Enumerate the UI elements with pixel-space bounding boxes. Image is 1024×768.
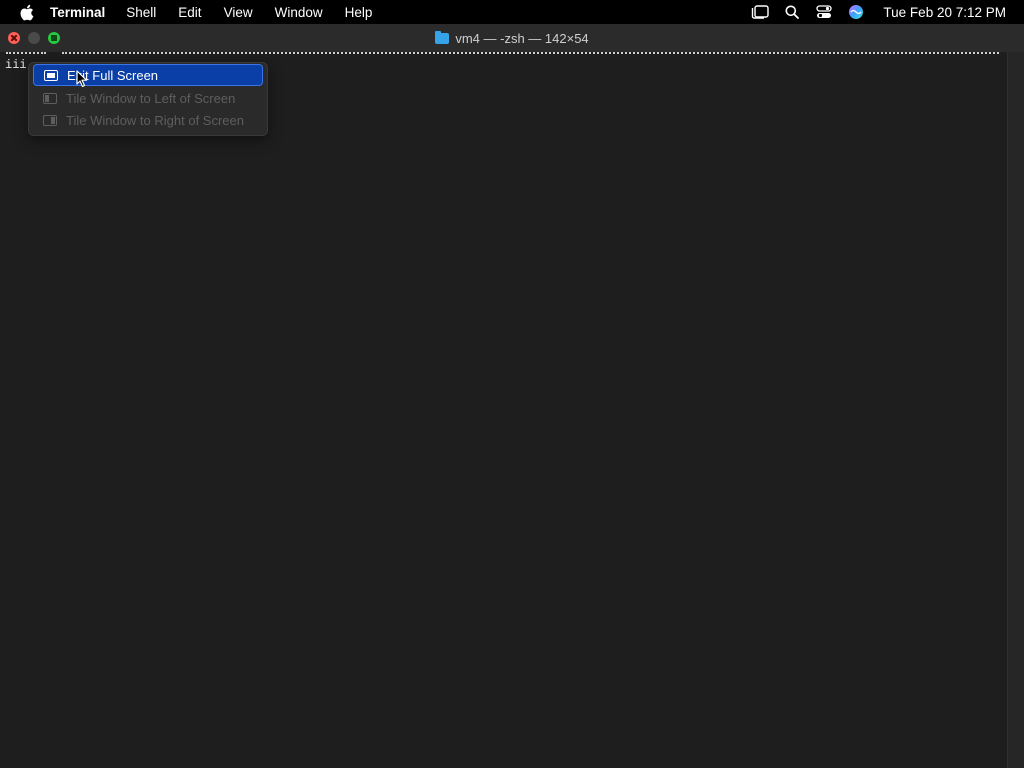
window-titlebar[interactable]: vm4 — -zsh — 142×54	[0, 24, 1024, 52]
menu-window[interactable]: Window	[275, 5, 323, 20]
menu-shell[interactable]: Shell	[126, 5, 156, 20]
tile-right-label: Tile Window to Right of Screen	[66, 112, 244, 128]
terminal-divider	[62, 52, 999, 56]
window-title: vm4 — -zsh — 142×54	[455, 30, 589, 46]
terminal-scrollbar[interactable]	[1007, 52, 1024, 768]
menu-edit[interactable]: Edit	[178, 5, 201, 20]
menu-app-terminal[interactable]: Terminal	[50, 5, 105, 20]
exit-fullscreen-icon	[44, 69, 58, 81]
search-icon[interactable]	[783, 3, 801, 21]
tile-left-label: Tile Window to Left of Screen	[66, 90, 236, 106]
mouse-pointer-icon	[76, 70, 88, 88]
tile-left-icon	[43, 92, 57, 104]
fullscreen-popup-menu: Exit Full Screen Tile Window to Left of …	[28, 62, 268, 136]
menu-help[interactable]: Help	[345, 5, 373, 20]
terminal-prompt: iii	[5, 58, 27, 72]
menu-bar: Terminal Shell Edit View Window Help Tue…	[0, 0, 1024, 24]
terminal-divider-short	[6, 52, 46, 56]
apple-icon[interactable]	[17, 3, 35, 21]
folder-icon	[435, 30, 450, 44]
terminal-content[interactable]: iii	[0, 52, 1008, 768]
control-center-icon[interactable]	[815, 3, 833, 21]
siri-icon[interactable]	[847, 3, 865, 21]
stage-manager-icon[interactable]	[751, 3, 770, 21]
tile-right-icon	[43, 114, 57, 126]
menu-view[interactable]: View	[224, 5, 253, 20]
exit-full-screen-item[interactable]: Exit Full Screen	[33, 64, 263, 86]
tile-left-item[interactable]: Tile Window to Left of Screen	[33, 87, 263, 109]
status-area: Tue Feb 20 7:12 PM	[751, 0, 1024, 24]
tile-right-item[interactable]: Tile Window to Right of Screen	[33, 109, 263, 131]
window-title-area: vm4 — -zsh — 142×54	[0, 24, 1024, 52]
menu-clock[interactable]: Tue Feb 20 7:12 PM	[883, 5, 1006, 20]
